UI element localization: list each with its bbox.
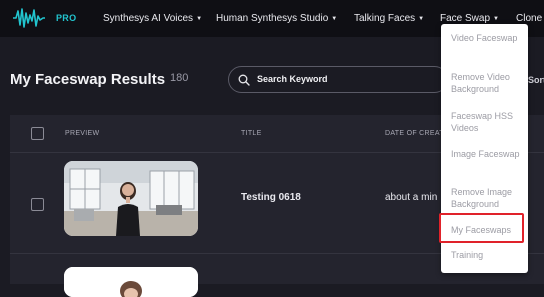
thumbnail-image: [64, 267, 198, 297]
select-all-checkbox[interactable]: [31, 127, 44, 140]
menu-item-image-faceswap[interactable]: Image Faceswap: [451, 148, 525, 160]
column-header-preview: PREVIEW: [65, 130, 100, 137]
nav-face-swap[interactable]: Face Swap ▼: [440, 13, 499, 24]
waveform-icon: [13, 8, 45, 28]
nav-clone-voice[interactable]: Clone V: [516, 13, 544, 24]
nav-talking-faces[interactable]: Talking Faces ▼: [354, 13, 424, 24]
row-checkbox[interactable]: [31, 198, 44, 211]
nav-synthesys-ai-voices[interactable]: Synthesys AI Voices ▼: [103, 13, 202, 24]
row-title: Testing 0618: [241, 192, 301, 203]
nav-human-synthesys-studio[interactable]: Human Synthesys Studio ▼: [216, 13, 337, 24]
caret-down-icon: ▼: [331, 16, 338, 22]
menu-item-remove-video-background[interactable]: Remove Video Background: [451, 71, 525, 95]
nav-label: Face Swap: [440, 13, 491, 24]
menu-item-training[interactable]: Training: [451, 249, 525, 261]
app-logo[interactable]: PRO: [12, 7, 76, 29]
search-icon: [238, 74, 250, 86]
nav-label: Clone V: [516, 13, 544, 24]
thumbnail-image: [64, 161, 198, 236]
nav-label: Human Synthesys Studio: [216, 13, 329, 24]
caret-down-icon: ▼: [196, 16, 203, 22]
row-date: about a min: [385, 192, 438, 203]
nav-label: Synthesys AI Voices: [103, 13, 194, 24]
nav-label: Talking Faces: [354, 13, 416, 24]
video-thumbnail[interactable]: [64, 267, 198, 297]
caret-down-icon: ▼: [418, 16, 425, 22]
menu-item-faceswap-hss-videos[interactable]: Faceswap HSS Videos: [451, 110, 525, 134]
results-count: 180: [170, 72, 189, 84]
column-header-date[interactable]: DATE OF CREAT: [385, 130, 444, 137]
column-header-title[interactable]: TITLE: [241, 130, 262, 137]
search-input[interactable]: Search Keyword: [228, 66, 448, 93]
sort-button[interactable]: Sort: [528, 75, 544, 85]
caret-down-icon: ▼: [493, 16, 499, 22]
highlight-box: [439, 213, 524, 243]
video-thumbnail[interactable]: [64, 161, 198, 236]
menu-item-video-faceswap[interactable]: Video Faceswap: [451, 32, 525, 44]
logo-text: PRO: [56, 13, 77, 23]
search-placeholder: Search Keyword: [257, 74, 328, 84]
menu-item-remove-image-background[interactable]: Remove Image Background: [451, 186, 525, 210]
page-title: My Faceswap Results: [10, 71, 166, 88]
